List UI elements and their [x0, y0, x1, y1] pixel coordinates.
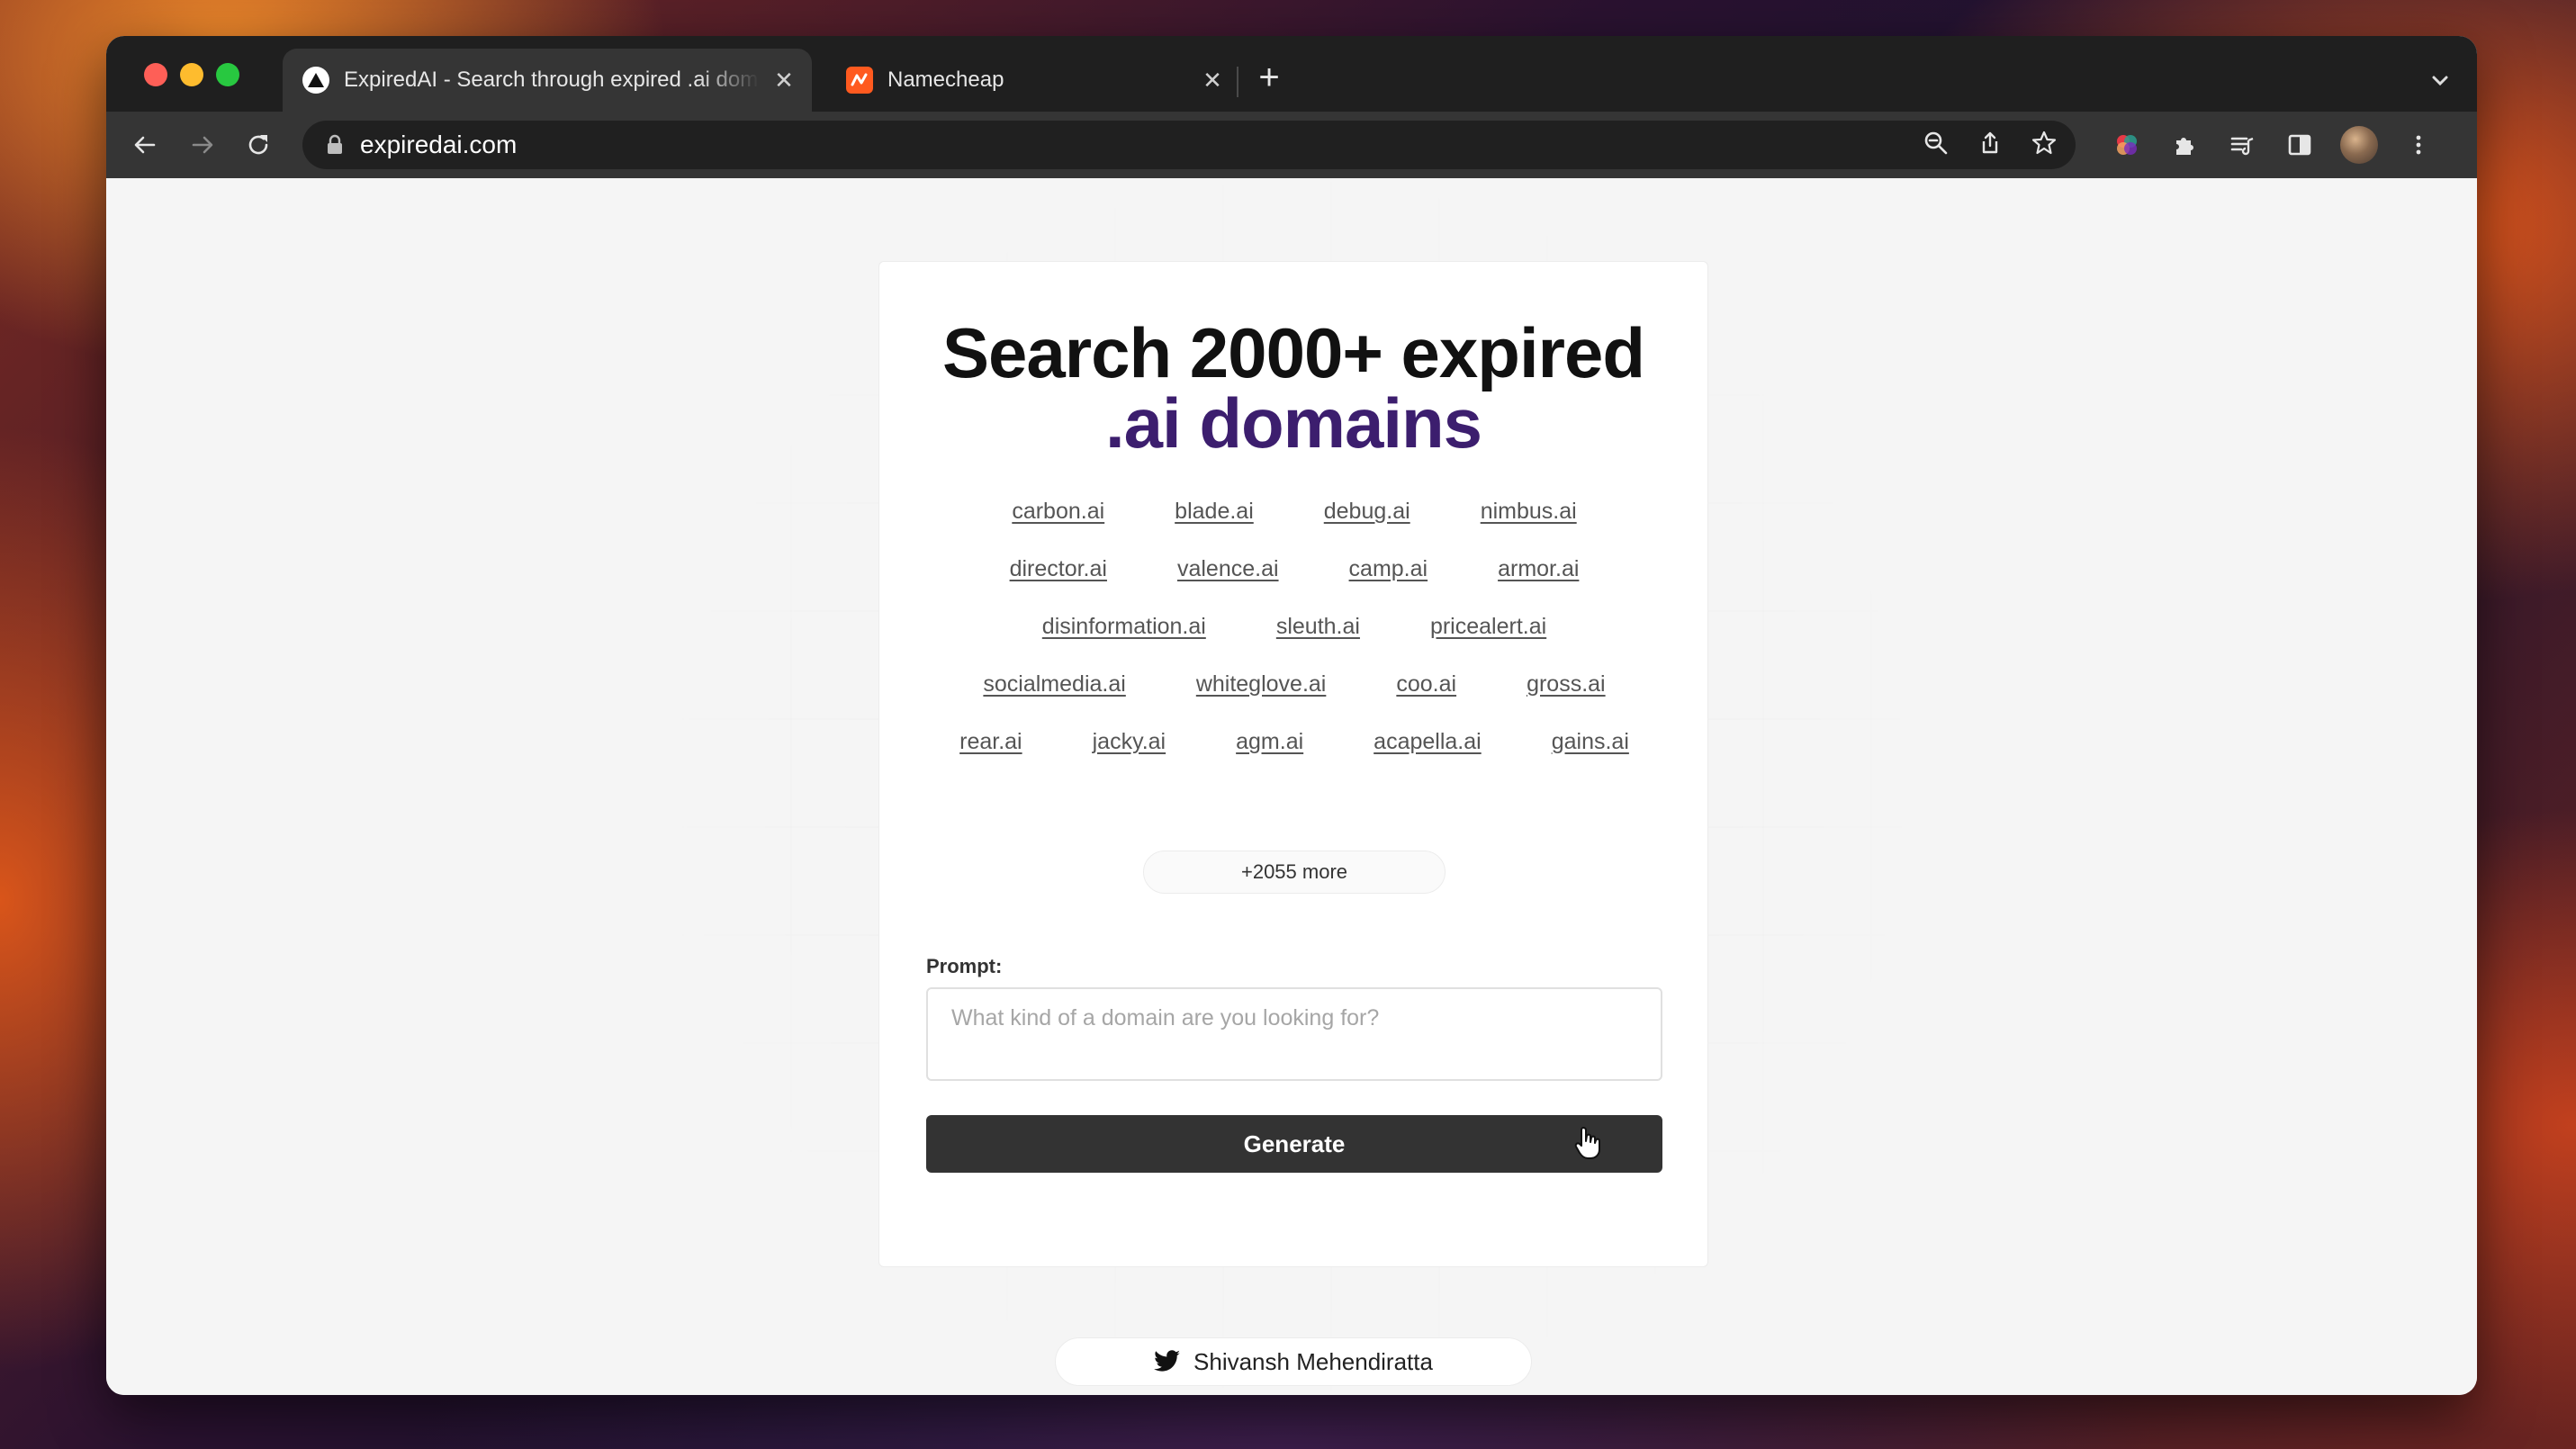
side-panel-icon[interactable]	[2283, 128, 2317, 162]
hand-cursor-icon	[1574, 1127, 1600, 1159]
domain-list: carbon.ai blade.ai debug.ai nimbus.ai direct…	[946, 498, 1643, 755]
domain-link[interactable]: carbon.ai	[1012, 498, 1104, 525]
domain-link[interactable]: disinformation.ai	[1042, 613, 1206, 640]
search-card: Search 2000+ expired .ai domains carbon.…	[878, 261, 1708, 1267]
tab-title: Namecheap	[887, 68, 1004, 92]
tab-separator	[1237, 67, 1238, 97]
page-title: Search 2000+ expired .ai domains	[879, 318, 1707, 458]
domain-link[interactable]: whiteglove.ai	[1196, 670, 1327, 698]
twitter-icon	[1154, 1350, 1181, 1372]
headline-line-1: Search 2000+ expired	[941, 313, 1645, 392]
tab-strip: ExpiredAI - Search through expired .ai d…	[106, 36, 2477, 112]
extension-icons	[2110, 126, 2436, 164]
domain-link[interactable]: socialmedia.ai	[983, 670, 1125, 698]
maximize-window-button[interactable]	[216, 63, 239, 86]
back-arrow-icon[interactable]	[128, 128, 162, 162]
domain-link[interactable]: gains.ai	[1552, 728, 1629, 755]
domain-link[interactable]: valence.ai	[1177, 555, 1279, 582]
domain-link[interactable]: rear.ai	[959, 728, 1022, 755]
forward-arrow-icon[interactable]	[185, 128, 220, 162]
omnibox-actions	[1923, 121, 2058, 169]
prompt-input[interactable]	[926, 987, 1662, 1081]
puzzle-extensions-icon[interactable]	[2167, 128, 2202, 162]
color-extension-icon[interactable]	[2110, 128, 2144, 162]
namecheap-favicon-icon	[846, 67, 873, 94]
tab-search-chevron-icon[interactable]	[2427, 67, 2454, 94]
minimize-window-button[interactable]	[180, 63, 203, 86]
prompt-label: Prompt:	[926, 955, 1003, 977]
show-more-button[interactable]: +2055 more	[1143, 850, 1446, 894]
domain-link[interactable]: sleuth.ai	[1276, 613, 1360, 640]
domain-link[interactable]: pricealert.ai	[1430, 613, 1546, 640]
domain-link[interactable]: jacky.ai	[1093, 728, 1166, 755]
browser-window: ExpiredAI - Search through expired .ai d…	[106, 36, 2477, 1395]
domain-link[interactable]: director.ai	[1010, 555, 1107, 582]
domain-link[interactable]: armor.ai	[1498, 555, 1579, 582]
close-tab-icon[interactable]: ✕	[769, 65, 799, 95]
domain-link[interactable]: camp.ai	[1349, 555, 1428, 582]
url-text: expiredai.com	[360, 130, 518, 158]
author-name: Shivansh Mehendiratta	[1193, 1347, 1433, 1375]
close-window-button[interactable]	[144, 63, 167, 86]
tab-namecheap[interactable]: Namecheap ✕	[826, 49, 1240, 112]
bookmark-star-icon[interactable]	[2031, 130, 2058, 161]
domain-link[interactable]: acapella.ai	[1374, 728, 1482, 755]
browser-toolbar: expiredai.com	[106, 112, 2477, 178]
generate-button[interactable]: Generate	[926, 1115, 1662, 1173]
domain-link[interactable]: coo.ai	[1396, 670, 1456, 698]
reading-list-icon[interactable]	[2225, 128, 2259, 162]
domain-link[interactable]: gross.ai	[1527, 670, 1606, 698]
author-credit-link[interactable]: Shivansh Mehendiratta	[1055, 1337, 1532, 1386]
headline-line-2: .ai domains	[1104, 383, 1482, 463]
expiredai-favicon-icon	[302, 67, 329, 94]
domain-link[interactable]: debug.ai	[1324, 498, 1410, 525]
close-tab-icon[interactable]: ✕	[1197, 65, 1228, 95]
domain-link[interactable]: blade.ai	[1175, 498, 1254, 525]
domain-link[interactable]: nimbus.ai	[1481, 498, 1577, 525]
domain-link[interactable]: agm.ai	[1236, 728, 1303, 755]
share-icon[interactable]	[1977, 130, 2004, 161]
profile-avatar[interactable]	[2340, 126, 2378, 164]
zoom-icon[interactable]	[1923, 130, 1950, 161]
lock-icon	[328, 134, 342, 154]
address-bar[interactable]: expiredai.com	[302, 121, 2076, 169]
new-tab-button[interactable]: +	[1251, 59, 1287, 97]
reload-icon[interactable]	[241, 128, 275, 162]
tab-title: ExpiredAI - Search through expired .ai d…	[344, 68, 760, 92]
more-menu-icon[interactable]	[2401, 128, 2436, 162]
page-viewport: Search 2000+ expired .ai domains carbon.…	[106, 178, 2477, 1395]
tab-expiredai[interactable]: ExpiredAI - Search through expired .ai d…	[283, 49, 812, 112]
